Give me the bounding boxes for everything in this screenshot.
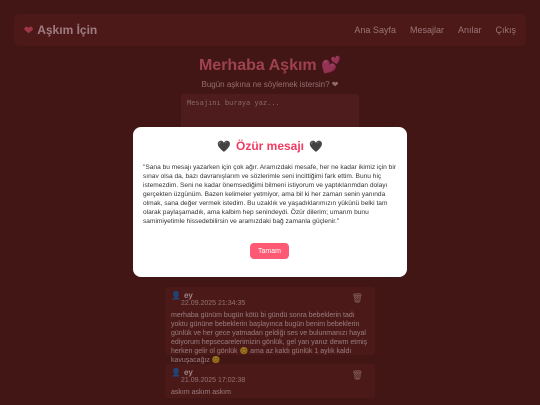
ok-button[interactable]: Tamam — [250, 243, 289, 259]
modal-title-row: 🖤 Özür mesajı 🖤 — [143, 139, 397, 153]
modal-title: Özür mesajı — [235, 139, 305, 153]
apology-modal: 🖤 Özür mesajı 🖤 "Sana bu mesajı yazarken… — [133, 127, 407, 277]
black-heart-icon: 🖤 — [217, 140, 231, 153]
modal-message: "Sana bu mesajı yazarken için çok ağır. … — [143, 164, 397, 225]
black-heart-icon: 🖤 — [309, 140, 323, 153]
